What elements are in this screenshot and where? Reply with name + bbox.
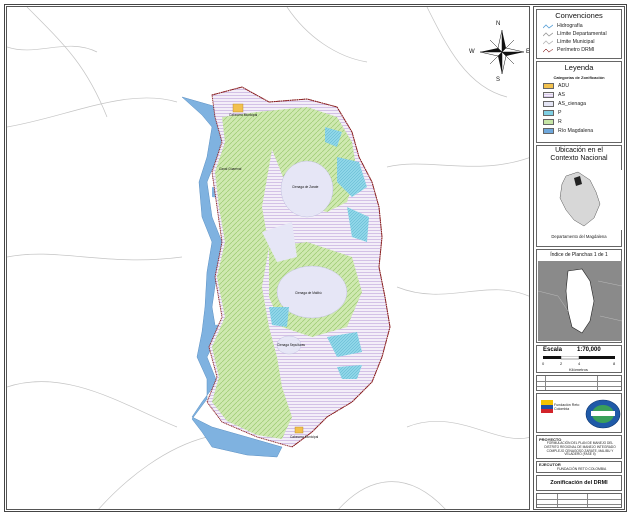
category-rio: Río Magdalena	[543, 128, 593, 134]
category-as-cienaga: AS_cienaga	[543, 101, 586, 107]
project-text: FORMULACIÓN DEL PLAN DE MANEJO DEL DISTR…	[544, 441, 616, 457]
category-label: P	[558, 110, 562, 116]
convention-hydro: Hidrografía	[543, 23, 583, 29]
place-label: Cabecera Municipal	[290, 435, 319, 439]
scale-tick: 0	[542, 361, 545, 366]
convention-label: Perímetro DRMI	[557, 47, 595, 53]
legend-box: Leyenda Categorías de Zonificación ADU A…	[536, 61, 622, 143]
convention-muni: Límite Municipal	[543, 39, 594, 45]
zone-adu	[232, 103, 244, 113]
place-label: Cienaga de Zarate	[292, 185, 319, 189]
adu-swatch	[543, 83, 554, 89]
convention-label: Límite Municipal	[557, 39, 595, 45]
scale-tick: 4	[578, 361, 581, 366]
category-r: R	[543, 119, 562, 125]
scale-bar	[543, 356, 615, 360]
logo-text: Fundación Reto Colombia	[554, 403, 580, 411]
reto-colombia-logo-icon	[541, 400, 553, 413]
index-inset-map	[538, 261, 622, 341]
drmi-line-icon	[543, 47, 553, 53]
category-label: Río Magdalena	[558, 128, 594, 134]
category-label: AS_cienaga	[558, 101, 586, 107]
department-label: Departamento del Magdalena	[551, 234, 607, 239]
index-box: Índice de Planchas 1 de 1	[536, 249, 622, 343]
category-p: P	[543, 110, 561, 116]
revisions-table	[536, 375, 622, 391]
categories-title: Categorías de Zonificación	[553, 75, 605, 80]
info-table	[536, 493, 622, 508]
scale-value: 1:70,000	[577, 347, 601, 353]
location-box: Ubicación en el Contexto Nacional Depart…	[536, 145, 622, 247]
east-label: E	[526, 49, 530, 55]
executor-box: EJECUTOR FUNDACIÓN RETO COLOMBIA	[536, 461, 622, 473]
muni-line-icon	[543, 39, 553, 45]
r-swatch	[543, 119, 554, 125]
map-area[interactable]: N S E W Cabecera Municipal Canal Guarena…	[6, 6, 530, 510]
north-label: N	[496, 21, 501, 27]
rio-swatch	[543, 128, 554, 134]
plate-title-box: Zonificación del DRMI	[536, 475, 622, 491]
plate-title: Zonificación del DRMI	[550, 480, 608, 486]
logos-box: Fundación Reto Colombia	[536, 393, 622, 433]
as-swatch	[543, 92, 554, 98]
zone-p-west	[269, 307, 289, 327]
as-cienaga-swatch	[543, 101, 554, 107]
legend-title: Leyenda	[564, 63, 594, 72]
place-label: Cabecera Municipal	[229, 113, 258, 117]
p-swatch	[543, 110, 554, 116]
scale-tick: 2	[560, 361, 563, 366]
convention-label: Límite Departamental	[557, 31, 607, 37]
location-title: Ubicación en el Contexto Nacional	[550, 147, 608, 162]
west-label: W	[469, 49, 475, 55]
south-label: S	[496, 77, 501, 83]
corpamag-logo-icon	[585, 399, 621, 429]
place-label: Cienaga Sepulturas	[277, 343, 305, 347]
zone-adu-2	[294, 426, 304, 434]
conventions-title: Convenciones	[555, 11, 603, 20]
convention-drmi: Perímetro DRMI	[543, 47, 594, 53]
scale-tick: 8	[613, 361, 616, 366]
category-label: ADU	[558, 83, 569, 89]
map-canvas[interactable]	[7, 7, 530, 510]
project-box: PROYECTO FORMULACIÓN DEL PLAN DE MANEJO …	[536, 435, 622, 459]
category-label: R	[558, 119, 562, 125]
category-as: AS	[543, 92, 565, 98]
category-adu: ADU	[543, 83, 569, 89]
north-arrow	[479, 29, 525, 75]
executor-text: FUNDACIÓN RETO COLOMBIA	[557, 467, 607, 471]
cienaga-zarate	[280, 160, 334, 218]
colombia-inset-map	[538, 170, 622, 230]
scale-title: Escala	[543, 347, 563, 353]
index-label: Índice de Planchas 1 de 1	[550, 252, 608, 258]
convention-label: Hidrografía	[557, 23, 583, 29]
convention-dept: Límite Departamental	[543, 31, 607, 37]
legend-panel: Convenciones Hidrografía Límite Departam…	[533, 6, 625, 510]
scale-box: Escala 1:70,000 0 2 4 8 Kilómetros	[536, 345, 622, 373]
conventions-box: Convenciones Hidrografía Límite Departam…	[536, 9, 622, 59]
dept-line-icon	[543, 31, 553, 37]
scale-unit: Kilómetros	[569, 367, 588, 372]
category-label: AS	[558, 92, 565, 98]
place-label: Cienaga de Malibú	[295, 291, 322, 295]
place-label: Canal Guarenal	[219, 167, 242, 171]
hydro-line-icon	[543, 23, 553, 29]
